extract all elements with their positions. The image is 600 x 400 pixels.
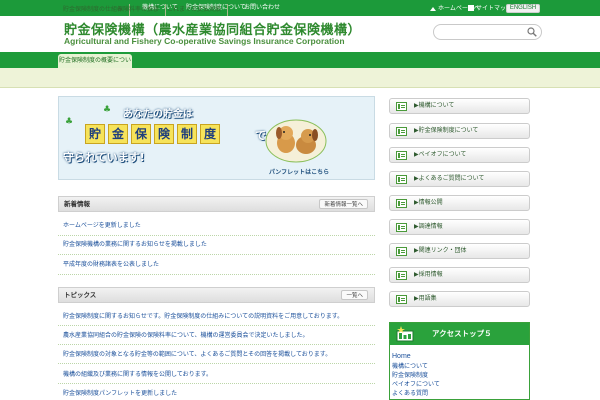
divider <box>58 363 375 364</box>
sidebar-button-label: ▶貯金保険制度について <box>414 127 479 134</box>
document-icon <box>396 199 407 208</box>
clover-icon: ♣ <box>65 117 74 127</box>
sidebar-button-links[interactable]: ▶関連リンク・団体 <box>389 243 530 259</box>
nav-item-contact[interactable]: お問い合わせ <box>244 0 280 16</box>
sidebar-button-procurement[interactable]: ▶調達情報 <box>389 219 530 235</box>
subnav-item-rate-history[interactable]: 保険料率の推移 <box>117 4 167 16</box>
english-button[interactable]: ENGLISH <box>506 4 540 13</box>
divider <box>58 235 375 236</box>
access-link[interactable]: 機構について <box>392 362 428 371</box>
sidebar-button-label: ▶用語集 <box>414 295 437 302</box>
divider <box>58 274 375 275</box>
banner-box: 貯 <box>85 124 105 144</box>
banner-box: 制 <box>177 124 197 144</box>
deposit-insurance-banner[interactable]: ♣ ♣ あなたの貯金は 貯 金 保 険 制 度 で 守られています! パンフレッ… <box>58 96 375 180</box>
document-icon <box>396 295 407 304</box>
access-link[interactable]: ペイオフについて <box>392 380 440 389</box>
sidebar-button-payoff[interactable]: ▶ペイオフについて <box>389 147 530 163</box>
document-icon <box>396 247 407 256</box>
ranking-icon <box>396 326 414 342</box>
document-icon <box>396 271 407 280</box>
topics-more-button[interactable]: 一覧へ <box>341 290 368 300</box>
access-top5-title: アクセストップ５ <box>432 329 492 338</box>
banner-line1: あなたの貯金は <box>123 109 193 120</box>
banner-box: 保 <box>131 124 151 144</box>
access-link[interactable]: よくある質問 <box>392 389 428 398</box>
sidebar-button-system[interactable]: ▶貯金保険制度について <box>389 123 530 139</box>
subnav-item-payout-record[interactable]: これまでの支払実績 <box>167 4 229 16</box>
sidebar-button-glossary[interactable]: ▶用語集 <box>389 291 530 307</box>
document-icon <box>396 127 407 136</box>
topics-section-title: トピックス <box>64 291 97 299</box>
divider <box>58 254 375 255</box>
divider <box>58 325 375 326</box>
access-top5-panel: アクセストップ５ Home 機構について 貯金保険制度 ペイオフについて よくあ… <box>389 322 530 400</box>
search-icon[interactable] <box>527 27 537 37</box>
sidebar-button-label: ▶情報公開 <box>414 199 443 206</box>
sidebar-button-label: ▶調達情報 <box>414 223 443 230</box>
sidebar-button-faq[interactable]: ▶よくあるご質問について <box>389 171 530 187</box>
divider <box>58 383 375 384</box>
sitemap-icon <box>468 5 474 11</box>
document-icon <box>396 175 407 184</box>
search-input[interactable] <box>433 24 542 40</box>
topics-section-header: トピックス 一覧へ <box>58 287 375 303</box>
sidebar-button-about[interactable]: ▶機構について <box>389 98 530 114</box>
access-link[interactable]: Home <box>392 352 411 361</box>
document-icon <box>396 151 407 160</box>
news-section-header: 新着情報 新着情報一覧へ <box>58 196 375 212</box>
topic-item[interactable]: 貯金保険制度パンフレットを更新しました <box>63 389 177 399</box>
topic-item[interactable]: 機構の組織及び業務に関する情報を公開しております。 <box>63 370 212 380</box>
sidebar-button-label: ▶採用情報 <box>414 271 443 278</box>
banner-box: 度 <box>200 124 220 144</box>
divider <box>58 344 375 345</box>
sidebar-button-recruit[interactable]: ▶採用情報 <box>389 267 530 283</box>
nav-item-overview[interactable]: 貯金保険制度の概要について <box>58 54 132 78</box>
clover-icon: ♣ <box>103 105 112 115</box>
pamphlet-link[interactable]: パンフレットはこちら <box>269 167 329 176</box>
sub-nav <box>0 68 600 88</box>
home-icon <box>430 7 436 11</box>
news-item[interactable]: 貯金保険機構の業務に関するお知らせを掲載しました <box>63 240 207 250</box>
document-icon <box>396 102 407 111</box>
banner-box: 金 <box>108 124 128 144</box>
banner-box: 険 <box>154 124 174 144</box>
news-more-button[interactable]: 新着情報一覧へ <box>319 199 368 209</box>
access-link[interactable]: 貯金保険制度 <box>392 371 428 380</box>
news-section-title: 新着情報 <box>64 200 90 208</box>
sidebar-button-disclosure[interactable]: ▶情報公開 <box>389 195 530 211</box>
site-title-en[interactable]: Agricultural and Fishery Co-operative Sa… <box>64 36 345 46</box>
access-top5-header: アクセストップ５ <box>390 323 529 345</box>
news-item[interactable]: ホームページを更新しました <box>63 221 141 231</box>
dogs-illustration <box>265 119 327 163</box>
banner-line3: 守られています! <box>63 151 145 164</box>
sidebar-button-label: ▶関連リンク・団体 <box>414 247 467 254</box>
topic-item[interactable]: 貯金保険制度に関するお知らせです。貯金保険制度の仕組みについての説明資料をご用意… <box>63 312 343 322</box>
sidebar-button-label: ▶ペイオフについて <box>414 151 467 158</box>
sidebar-button-label: ▶機構について <box>414 102 455 109</box>
topic-item[interactable]: 農水産業協同組合の貯金保険の保険料率について、機構の運営委員会で決定いたしました… <box>63 331 309 341</box>
topic-item[interactable]: 貯金保険制度の対象となる貯金等の範囲について、よくあるご質問とその回答を掲載して… <box>63 350 331 360</box>
news-item[interactable]: 平成年度の財務諸表を公表しました <box>63 260 159 270</box>
document-icon <box>396 223 407 232</box>
sidebar-button-label: ▶よくあるご質問について <box>414 175 485 182</box>
